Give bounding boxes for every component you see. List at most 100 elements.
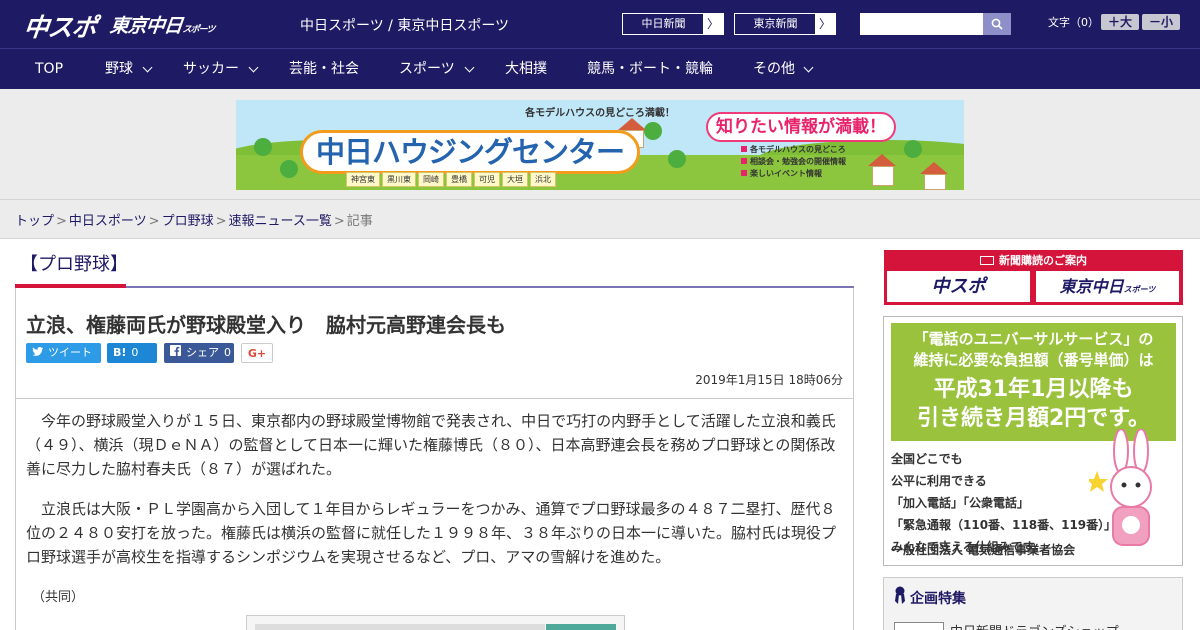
subscribe-tokyo-chunichi-label: 東京中日 <box>1059 277 1124 296</box>
chevron-right-icon: 〉 <box>703 14 723 34</box>
main-nav: TOP 野球 サッカー 芸能・社会 スポーツ 大相撲 競馬・ボート・競輪 その他 <box>0 48 1200 89</box>
nav-item-other[interactable]: その他 <box>753 49 814 89</box>
tree-icon <box>254 138 272 156</box>
nav-item-label: 大相撲 <box>505 61 547 77</box>
banner-town: 神宮東 <box>346 172 380 187</box>
rabbit-mascot-icon <box>1089 429 1152 546</box>
tweet-label: ツイート <box>48 346 92 359</box>
breadcrumb-link-top[interactable]: トップ <box>15 214 54 229</box>
facebook-share-label: シェア <box>186 346 219 359</box>
feature-thumbnail[interactable] <box>894 622 944 630</box>
breadcrumb-separator: > <box>56 214 67 229</box>
ad-line: 平成31年1月以降も <box>933 377 1134 402</box>
chevron-down-icon <box>464 62 475 73</box>
banner-town-list: 神宮東 黒川東 岡崎 豊橋 可児 大垣 浜北 <box>346 167 558 187</box>
chunichi-shimbun-link[interactable]: 中日新聞 〉 <box>622 13 724 35</box>
hatena-count: 0 <box>131 346 139 359</box>
google-plus-button[interactable]: G+ <box>241 343 273 363</box>
breadcrumb-separator: > <box>333 214 345 229</box>
article-paragraph: 今年の野球殿堂入りが１５日、東京都内の野球殿堂博物館で発表され、中日で巧打の内野… <box>26 412 836 478</box>
banner-town: 豊橋 <box>446 172 472 187</box>
tokyo-chunichi-logo-text: 東京中日 <box>108 15 184 37</box>
facebook-share-button[interactable]: シェア 0 <box>164 343 234 363</box>
tree-icon <box>668 150 686 168</box>
house-icon <box>872 166 894 186</box>
tokyo-shimbun-link[interactable]: 東京新聞 〉 <box>734 13 836 35</box>
nav-item-label: その他 <box>753 61 795 77</box>
nav-item-racing[interactable]: 競馬・ボート・競輪 <box>587 49 713 89</box>
tweet-button[interactable]: ツイート <box>26 343 101 363</box>
housing-center-banner-ad[interactable]: 各モデルハウスの見どころ満載！ 中日ハウジングセンター 神宮東 黒川東 岡崎 豊橋 可児… <box>236 100 964 190</box>
feature-section: 企画特集 中日新聞ドラゴンズショップ <box>883 577 1183 630</box>
house-roof <box>868 154 896 166</box>
top-header: 中スポ 東京中日スポーツ 中日スポーツ / 東京中日スポーツ 中日新聞 〉 東京… <box>0 0 1200 48</box>
article-paragraph: 立浪氏は大阪・ＰＬ学園高から入団して１年目からレギュラーをつかみ、通算でプロ野球… <box>26 500 837 566</box>
banner-info-item: 楽しいイベント情報 <box>741 168 846 180</box>
nav-item-sports[interactable]: スポーツ <box>399 49 475 89</box>
search-button[interactable] <box>983 13 1011 35</box>
subscription-box: 新聞購読のご案内 中スポ 東京中日スポーツ <box>884 250 1183 305</box>
nav-item-label: TOP <box>35 61 64 77</box>
tokyo-shimbun-label: 東京新聞 <box>753 17 798 30</box>
chunichi-shimbun-label: 中日新聞 <box>641 17 686 30</box>
banner-town: 可児 <box>474 172 500 187</box>
breadcrumb-separator: > <box>215 214 227 229</box>
subscribe-tokyo-chunichi-button[interactable]: 東京中日スポーツ <box>1036 271 1179 302</box>
text-size-decrease-button[interactable]: －小 <box>1142 14 1180 30</box>
nav-item-entertainment[interactable]: 芸能・社会 <box>289 49 359 89</box>
banner-town: 大垣 <box>502 172 528 187</box>
tree-icon <box>904 140 922 158</box>
banner-info-list: 各モデルハウスの見どころ 相談会・勉強会の開催情報 楽しいイベント情報 <box>741 144 846 180</box>
nav-item-label: スポーツ <box>399 61 455 77</box>
banner-info-text: 楽しいイベント情報 <box>750 169 822 178</box>
article-category[interactable]: 【プロ野球】 <box>20 250 128 276</box>
nav-item-label: 野球 <box>105 61 133 77</box>
search-input[interactable] <box>860 13 983 35</box>
bullet-icon <box>741 158 747 164</box>
house-roof <box>618 118 646 130</box>
award-ribbon-icon <box>895 586 905 604</box>
nav-item-label: 競馬・ボート・競輪 <box>587 61 713 77</box>
bullet-icon <box>741 170 747 176</box>
nav-item-label: サッカー <box>183 61 239 77</box>
chevron-down-icon <box>142 62 153 73</box>
feature-title: 企画特集 <box>910 591 966 607</box>
article-credit: （共同） <box>32 590 85 605</box>
article-title: 立浪、権藤両氏が野球殿堂入り 脇村元高野連会長も <box>26 313 506 337</box>
banner-info-text: 各モデルハウスの見どころ <box>750 145 846 154</box>
tokyo-chunichi-logo[interactable]: 東京中日スポーツ <box>109 11 217 38</box>
house-roof <box>920 162 948 174</box>
breadcrumb-link-chunichi-sports[interactable]: 中日スポーツ <box>69 214 147 229</box>
subscribe-chunichi-sports-button[interactable]: 中スポ <box>887 271 1030 302</box>
hatena-bookmark-button[interactable]: B! 0 <box>107 343 157 363</box>
ad-headline-small: 「電話のユニバーサルサービス」の 維持に必要な負担額（番号単価）は <box>891 329 1176 371</box>
nav-item-soccer[interactable]: サッカー <box>183 49 259 89</box>
subscription-title: 新聞購読のご案内 <box>884 252 1183 268</box>
universal-service-ad[interactable]: 「電話のユニバーサルサービス」の 維持に必要な負担額（番号単価）は 平成31年1月… <box>883 316 1183 566</box>
nav-item-top[interactable]: TOP <box>35 49 63 89</box>
ad-organization: 一般社団法人 電気通信事業者協会 <box>891 543 1076 557</box>
newspaper-icon <box>980 256 994 265</box>
banner-town: 黒川東 <box>382 172 416 187</box>
chunichi-sports-logo[interactable]: 中スポ <box>22 8 98 44</box>
breadcrumb-link-news-list[interactable]: 速報ニュース一覧 <box>229 214 332 229</box>
text-size-increase-button[interactable]: ＋大 <box>1101 14 1139 30</box>
banner-info-item: 各モデルハウスの見どころ <box>741 144 846 156</box>
breadcrumb-separator: > <box>148 214 160 229</box>
subscription-title-text: 新聞購読のご案内 <box>999 254 1087 267</box>
house-icon <box>924 174 946 190</box>
ad-headline-panel: 「電話のユニバーサルサービス」の 維持に必要な負担額（番号単価）は 平成31年1月… <box>891 323 1176 441</box>
chevron-right-icon: 〉 <box>815 14 835 34</box>
nav-item-sumo[interactable]: 大相撲 <box>505 49 547 89</box>
photo-content <box>546 624 616 630</box>
article-photo[interactable] <box>246 615 625 630</box>
ad-headline-large: 平成31年1月以降も 引き続き月額2円です。 <box>891 375 1176 433</box>
feature-link[interactable]: 中日新聞ドラゴンズショップ <box>950 621 1119 630</box>
article-date: 2019年1月15日 18時06分 <box>695 373 843 387</box>
facebook-icon <box>170 343 181 363</box>
banner-town: 岡崎 <box>418 172 444 187</box>
banner-bubble: 知りたい情報が満載！ <box>706 112 896 142</box>
breadcrumb-link-pro-baseball[interactable]: プロ野球 <box>162 214 214 229</box>
nav-item-baseball[interactable]: 野球 <box>105 49 153 89</box>
search-icon <box>991 18 1003 30</box>
